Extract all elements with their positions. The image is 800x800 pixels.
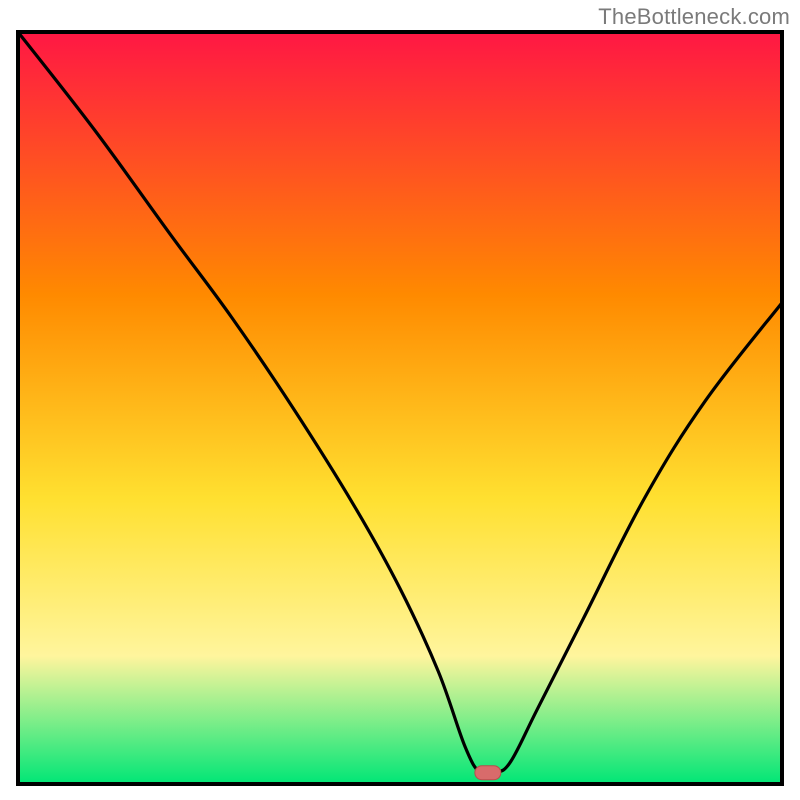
chart-container: { "watermark": "TheBottleneck.com", "col… [0, 0, 800, 800]
plot-background [18, 32, 782, 784]
chart-svg [0, 0, 800, 800]
minimum-marker [475, 766, 501, 780]
